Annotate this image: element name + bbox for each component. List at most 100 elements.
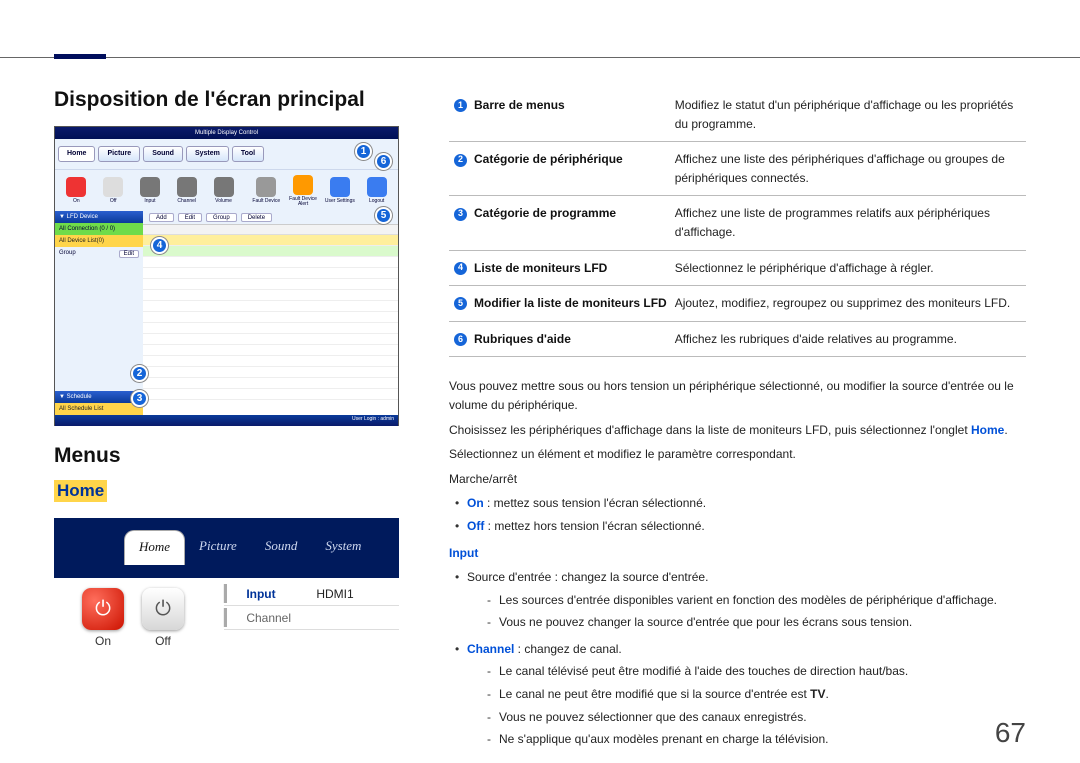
toolbar-fault-alert[interactable]: Fault Device Alert (288, 173, 319, 208)
main-panel: Add Edit Group Delete (143, 211, 398, 415)
legend-desc-2: Affichez une liste des périphériques d'a… (671, 142, 1026, 196)
list-toolbar: Add Edit Group Delete (143, 211, 398, 225)
legend-desc-3: Affichez une liste de programmes relatif… (671, 196, 1026, 250)
power-off-button[interactable]: ⏻ (142, 588, 184, 630)
legend-label-3: Catégorie de programme (474, 206, 616, 220)
power-icon: ⏻ (95, 598, 111, 621)
callout-1: 1 (355, 143, 372, 160)
sidebar-schedule-header[interactable]: ▼ Schedule (55, 391, 143, 403)
home-tabs: Home Picture Sound System (124, 530, 375, 565)
tab-home[interactable]: Home (58, 146, 95, 162)
legend-desc-1: Modifiez le statut d'un périphérique d'a… (671, 88, 1026, 142)
page-header-rule (0, 0, 1080, 58)
app-toolbar: On Off Input Channel Volume Fault Device… (55, 169, 398, 211)
list-group-button[interactable]: Group (206, 213, 237, 222)
legend-label-6: Rubriques d'aide (474, 332, 571, 346)
toolbar-channel[interactable]: Channel (171, 173, 202, 208)
home-heading: Home (54, 480, 107, 502)
callout-5: 5 (375, 207, 392, 224)
table-rows (143, 235, 398, 400)
list-item: Off : mettez hors tension l'écran sélect… (449, 517, 1026, 536)
list-item: Le canal télévisé peut être modifié à l'… (481, 662, 1026, 681)
power-icon: ⏻ (155, 598, 171, 621)
list-item: On : mettez sous tension l'écran sélecti… (449, 494, 1026, 513)
body-p1: Vous pouvez mettre sous ou hors tension … (449, 377, 1026, 414)
legend-num-3: 3 (453, 207, 468, 222)
list-add-button[interactable]: Add (149, 213, 174, 222)
callout-2: 2 (131, 365, 148, 382)
toolbar-on[interactable]: On (61, 173, 92, 208)
sidebar-edit-button[interactable]: Edit (119, 250, 139, 258)
list-item: Les sources d'entrée disponibles varient… (481, 591, 1026, 610)
sidebar: ▼ LFD Device All Connection (0 / 0) All … (55, 211, 143, 415)
sidebar-group-label: Group (59, 250, 76, 258)
legend-desc-6: Affichez les rubriques d'aide relatives … (671, 321, 1026, 357)
tab2-sound[interactable]: Sound (251, 530, 312, 565)
list-edit-button[interactable]: Edit (178, 213, 202, 222)
legend-num-4: 4 (453, 261, 468, 276)
sidebar-group-row: Group Edit (55, 247, 143, 261)
legend-desc-4: Sélectionnez le périphérique d'affichage… (671, 250, 1026, 286)
legend-num-1: 1 (453, 98, 468, 113)
list-delete-button[interactable]: Delete (241, 213, 272, 222)
input-field-label: Input (246, 587, 316, 601)
legend-table: 1 Barre de menus Modifiez le statut d'un p… (449, 88, 1026, 357)
tab-system[interactable]: System (186, 146, 229, 162)
legend-num-6: 6 (453, 332, 468, 347)
tab2-home[interactable]: Home (124, 530, 185, 565)
body-p2: Choisissez les périphériques d'affichage… (449, 421, 1026, 440)
app-titlebar: Multiple Display Control (55, 127, 398, 139)
legend-label-1: Barre de menus (474, 98, 565, 112)
toolbar-logout[interactable]: Logout (361, 173, 392, 208)
tab-picture[interactable]: Picture (98, 146, 140, 162)
legend-label-4: Liste de moniteurs LFD (474, 261, 607, 275)
legend-num-2: 2 (453, 153, 468, 168)
toolbar-volume[interactable]: Volume (208, 173, 239, 208)
list-item: Vous ne pouvez sélectionner que des cana… (481, 708, 1026, 727)
home-tab-screenshot: Home Picture Sound System ⏻ On ⏻ Off ▎ I… (54, 518, 399, 648)
tab-tool[interactable]: Tool (232, 146, 264, 162)
input-subheading: Input (449, 544, 1026, 563)
heading-disposition: Disposition de l'écran principal (54, 88, 399, 112)
list-item: Ne s'applique qu'aux modèles prenant en … (481, 730, 1026, 749)
power-on-label: On (95, 634, 111, 648)
table-row[interactable] (143, 246, 398, 257)
tab-sound[interactable]: Sound (143, 146, 183, 162)
header-accent (54, 54, 106, 59)
heading-menus: Menus (54, 444, 399, 468)
toolbar-fault-device[interactable]: Fault Device (251, 173, 282, 208)
input-field-value[interactable]: HDMI1 (316, 587, 399, 601)
tab2-system[interactable]: System (311, 530, 375, 565)
list-item: Channel : changez de canal. Le canal tél… (449, 640, 1026, 749)
tab2-picture[interactable]: Picture (185, 530, 251, 565)
table-columns (143, 225, 398, 235)
main-layout-screenshot: Multiple Display Control Home Picture So… (54, 126, 399, 426)
callout-4: 4 (151, 237, 168, 254)
toolbar-user-settings[interactable]: User Settings (324, 173, 355, 208)
page-number: 67 (995, 717, 1026, 749)
status-footer: User Login : admin (55, 415, 398, 426)
toolbar-off[interactable]: Off (98, 173, 129, 208)
app-menubar: Home Picture Sound System Tool (55, 139, 398, 169)
sidebar-all-connection[interactable]: All Connection (0 / 0) (55, 223, 143, 235)
list-item: Vous ne pouvez changer la source d'entré… (481, 613, 1026, 632)
toolbar-input[interactable]: Input (135, 173, 166, 208)
input-list: Source d'entrée : changez la source d'en… (449, 568, 1026, 749)
channel-field-label: Channel (246, 611, 316, 625)
sidebar-all-device-list[interactable]: All Device List(0) (55, 235, 143, 247)
list-item: Le canal ne peut être modifié que si la … (481, 685, 1026, 704)
body-p3: Sélectionnez un élément et modifiez le p… (449, 445, 1026, 464)
table-row[interactable] (143, 235, 398, 246)
callout-6: 6 (375, 153, 392, 170)
legend-desc-5: Ajoutez, modifiez, regroupez ou supprime… (671, 286, 1026, 322)
body-p4: Marche/arrêt (449, 470, 1026, 489)
table-row[interactable] (143, 257, 398, 268)
power-list: On : mettez sous tension l'écran sélecti… (449, 494, 1026, 535)
legend-num-5: 5 (453, 296, 468, 311)
legend-label-2: Catégorie de périphérique (474, 152, 623, 166)
sidebar-schedule-list[interactable]: All Schedule List (55, 403, 143, 415)
sidebar-lfd-header[interactable]: ▼ LFD Device (55, 211, 143, 223)
power-on-button[interactable]: ⏻ (82, 588, 124, 630)
callout-3: 3 (131, 390, 148, 407)
list-item: Source d'entrée : changez la source d'en… (449, 568, 1026, 632)
